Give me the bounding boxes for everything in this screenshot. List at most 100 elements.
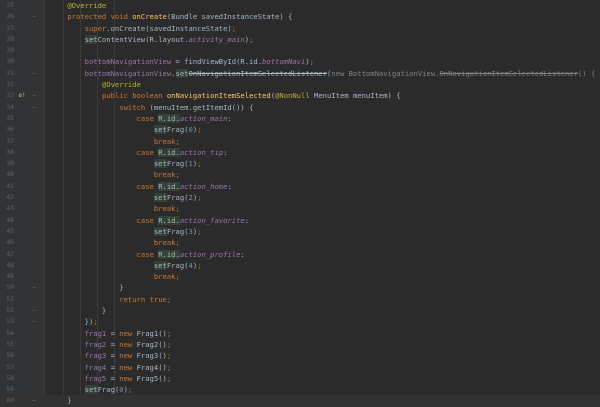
code-token: return true; [119, 294, 172, 304]
code-token: break; [153, 136, 180, 146]
code-line[interactable]: 55 frag2 = new Frag2(); [0, 339, 600, 350]
code-token: new [119, 328, 137, 338]
code-line[interactable]: 48 setFrag(4); [0, 260, 600, 271]
code-token: : [240, 249, 245, 259]
line-number: 43 [6, 205, 14, 213]
code-line[interactable]: 30 bottomNavigationView = findViewById(R… [0, 56, 600, 67]
code-line[interactable]: 56 frag3 = new Frag3(); [0, 350, 600, 361]
code-token: Frag( [166, 226, 189, 236]
code-line[interactable]: 58 frag5 = new Frag5(); [0, 373, 600, 384]
code-token: R.id. [158, 249, 180, 259]
code-token: = findViewById(R.id. [171, 57, 263, 67]
code-line[interactable]: 60 − } [0, 395, 600, 407]
code-text: case R.id.action_tip: [50, 147, 227, 158]
code-line[interactable]: 50 − } [0, 282, 600, 293]
code-line[interactable]: 46 break; [0, 237, 600, 248]
code-line[interactable]: 38 case R.id.action_tip: [0, 147, 600, 158]
line-number: 38 [6, 148, 14, 156]
fold-toggle-icon[interactable]: − [29, 305, 39, 316]
code-token: } [50, 283, 124, 293]
code-token: ; [127, 385, 133, 395]
code-line[interactable]: 40 break; [0, 169, 600, 180]
code-line[interactable]: 29 [0, 45, 600, 56]
line-number: 34 [6, 103, 14, 111]
code-text: setFrag(3); [50, 226, 201, 237]
fold-toggle-icon[interactable]: − [29, 282, 39, 293]
code-token: } [50, 396, 72, 406]
code-line[interactable]: 27 super.onCreate(savedInstanceState); [0, 23, 600, 34]
code-line[interactable]: 37 break; [0, 136, 600, 147]
code-token: MenuItem menuItem) { [309, 91, 401, 101]
code-line[interactable]: 41 case R.id.action_home: [0, 181, 600, 192]
code-line[interactable]: 36 setFrag(0); [0, 124, 600, 135]
code-token: Frag( [166, 159, 189, 169]
code-token: ; [197, 260, 202, 270]
code-line[interactable]: 44 case R.id.action_favorite: [0, 215, 600, 226]
fold-toggle-icon[interactable]: − [29, 11, 39, 22]
override-marker-icon[interactable]: o! [17, 90, 27, 101]
code-token: OnNavigationItemSelectedListener [188, 68, 327, 78]
code-token: action_home [179, 181, 228, 191]
code-line[interactable]: 28 setContentView(R.layout.activity_main… [0, 34, 600, 45]
code-text: case R.id.action_favorite: [50, 215, 249, 226]
code-token: new [119, 339, 137, 349]
code-text: @Override [50, 79, 141, 90]
fold-toggle-icon[interactable]: − [29, 316, 39, 327]
code-text: }); [50, 316, 98, 327]
code-line[interactable]: 33 o! − public boolean onNavigationItemSel… [0, 90, 600, 101]
code-text: break; [50, 237, 180, 248]
code-token: frag1 [84, 328, 107, 338]
code-line[interactable]: 49 break; [0, 271, 600, 282]
code-line[interactable]: 53 − }); [0, 316, 600, 327]
code-token: Frag( [166, 193, 189, 203]
code-line[interactable]: 57 frag4 = new Frag4(); [0, 362, 600, 373]
code-token: set [175, 68, 189, 78]
code-line[interactable]: 51 return true; [0, 294, 600, 305]
code-token: ; [197, 193, 202, 203]
code-token: frag5 [84, 373, 107, 383]
code-line[interactable]: 39 setFrag(1); [0, 158, 600, 169]
code-line[interactable]: 45 setFrag(3); [0, 226, 600, 237]
code-line[interactable]: 34 − switch (menuItem.getItemId()) { [0, 102, 600, 113]
code-text: break; [50, 203, 180, 214]
code-token: } [50, 306, 107, 316]
code-line[interactable]: 47 case R.id.action_profile: [0, 249, 600, 260]
code-line[interactable]: 54 frag1 = new Frag1(); [0, 328, 600, 339]
code-line[interactable]: 59 setFrag(0); [0, 384, 600, 395]
line-number: 48 [6, 261, 14, 269]
fold-toggle-icon[interactable]: − [29, 395, 39, 406]
code-text: frag2 = new Frag2(); [50, 339, 172, 350]
code-text: setContentView(R.layout.activity_main); [50, 34, 253, 45]
code-line[interactable]: 31− bottomNavigationView.setOnNavigation… [0, 68, 600, 79]
code-editor[interactable]: 25 @Override 26− protected void onCreate(… [0, 0, 600, 407]
code-line[interactable]: 42 setFrag(2); [0, 192, 600, 203]
code-line[interactable]: 43 break; [0, 203, 600, 214]
code-line[interactable]: 52 − } [0, 305, 600, 316]
fold-toggle-icon[interactable]: − [29, 102, 39, 113]
code-line[interactable]: 35 case R.id.action_main: [0, 113, 600, 124]
code-line[interactable]: 25 @Override [0, 0, 600, 11]
line-number: 59 [6, 386, 14, 394]
code-lines: 25 @Override 26− protected void onCreate(… [0, 0, 600, 407]
code-line[interactable]: 26 − protected void onCreate(Bundle saved… [0, 11, 600, 22]
code-token: ContentView(R.layout. [97, 34, 189, 44]
code-token: : [227, 113, 232, 123]
code-token: = [106, 328, 120, 338]
code-token: () { [577, 68, 596, 78]
fold-toggle-icon[interactable]: − [29, 90, 39, 101]
code-token: action_profile [179, 249, 241, 259]
code-text: } [50, 395, 72, 406]
code-token: new [119, 362, 137, 372]
code-line[interactable]: 32 @Override [0, 79, 600, 90]
code-token: bottomNavigationView [84, 57, 172, 67]
fold-toggle-icon[interactable]: − [29, 68, 39, 79]
line-number: 42 [6, 194, 14, 202]
